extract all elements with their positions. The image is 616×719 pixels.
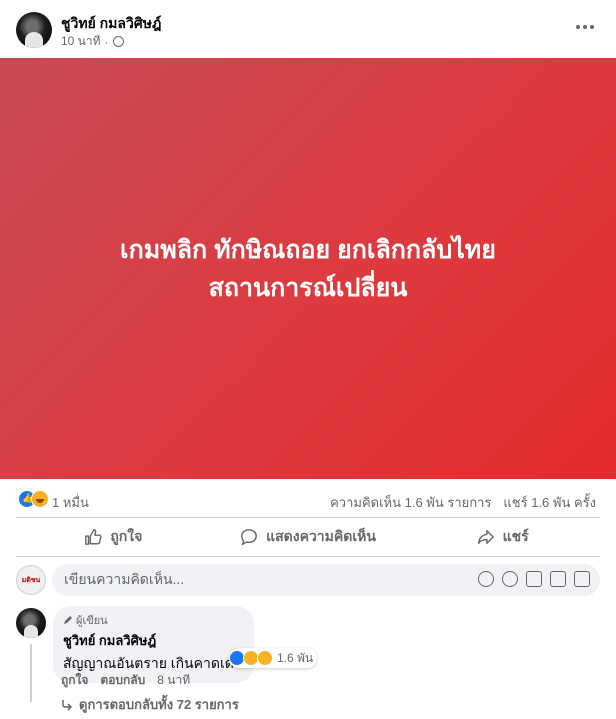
thread-line <box>30 644 32 702</box>
avatar-sticker-icon[interactable] <box>478 571 494 587</box>
post-banner[interactable]: เกมพลิก ทักษิณถอย ยกเลิกกลับไทย สถานการณ… <box>0 58 616 479</box>
post-meta: 10 นาที · <box>61 32 124 51</box>
comment-composer: มติชน เขียนความคิดเห็น... <box>0 562 616 598</box>
comment-item: ผู้เขียน ชูวิทย์ กมลวิศิษฎ์ สัญญาณอันตรา… <box>0 604 616 719</box>
comment-like-button[interactable]: ถูกใจ <box>61 671 88 690</box>
comment-placeholder: เขียนความคิดเห็น... <box>64 571 185 587</box>
share-count[interactable]: แชร์ 1.6 พัน ครั้ง <box>503 492 596 513</box>
comment-reply-button[interactable]: ตอบกลับ <box>100 671 145 690</box>
page-avatar-logo: มติชน <box>21 576 41 584</box>
view-replies-label: ดูการตอบกลับทั้ง 72 รายการ <box>79 697 239 712</box>
camera-icon[interactable] <box>526 571 542 587</box>
haha-reaction-icon <box>31 490 49 508</box>
author-badge-label: ผู้เขียน <box>76 615 108 627</box>
divider <box>16 556 600 557</box>
comment-reactions[interactable]: 1.6 พัน <box>229 648 318 668</box>
commenter-name[interactable]: ชูวิทย์ กมลวิศิษฎ์ <box>63 630 242 651</box>
commenter-avatar[interactable] <box>16 608 46 638</box>
share-icon <box>477 529 494 545</box>
author-badge: ผู้เขียน <box>63 613 242 627</box>
gif-icon[interactable] <box>550 571 566 587</box>
comment-icon <box>241 529 257 546</box>
wow-reaction-icon <box>257 650 273 666</box>
share-label: แชร์ <box>502 528 529 544</box>
like-button[interactable]: ถูกใจ <box>16 520 211 554</box>
comment-button[interactable]: แสดงความคิดเห็น <box>211 520 406 554</box>
divider <box>16 517 600 518</box>
banner-line-1: เกมพลิก ทักษิณถอย ยกเลิกกลับไทย <box>120 235 496 264</box>
comment-actions: ถูกใจ ตอบกลับ 8 นาที <box>61 671 190 690</box>
author-avatar[interactable] <box>16 12 52 48</box>
pencil-icon <box>64 616 72 624</box>
like-icon <box>85 529 102 545</box>
more-icon[interactable] <box>570 20 600 34</box>
post-actions: ถูกใจ แสดงความคิดเห็น แชร์ <box>16 520 600 554</box>
view-replies-button[interactable]: ดูการตอบกลับทั้ง 72 รายการ <box>61 694 239 715</box>
comment-time[interactable]: 8 นาที <box>157 671 190 690</box>
reaction-icons[interactable] <box>18 490 52 508</box>
globe-icon[interactable] <box>112 36 124 47</box>
sticker-icon[interactable] <box>574 571 590 587</box>
post-header: ชูวิทย์ กมลวิศิษฎ์ 10 นาที · <box>0 0 616 58</box>
like-label: ถูกใจ <box>110 528 143 544</box>
comment-label: แสดงความคิดเห็น <box>266 528 376 544</box>
meta-separator: · <box>104 34 109 49</box>
comment-input[interactable]: เขียนความคิดเห็น... <box>52 564 600 596</box>
emoji-icon[interactable] <box>502 571 518 587</box>
page-avatar[interactable]: มติชน <box>16 565 46 595</box>
reaction-count[interactable]: 1 หมื่น <box>52 492 89 513</box>
reply-arrow-icon <box>62 699 73 711</box>
post-time[interactable]: 10 นาที <box>61 32 101 51</box>
banner-line-2: สถานการณ์เปลี่ยน <box>208 273 408 302</box>
comment-count[interactable]: ความคิดเห็น 1.6 พัน รายการ <box>330 492 491 513</box>
composer-icons <box>478 571 590 587</box>
share-button[interactable]: แชร์ <box>405 520 600 554</box>
post-stats: 1 หมื่น ความคิดเห็น 1.6 พัน รายการ แชร์ … <box>0 486 616 514</box>
comment-reaction-count: 1.6 พัน <box>277 650 314 665</box>
